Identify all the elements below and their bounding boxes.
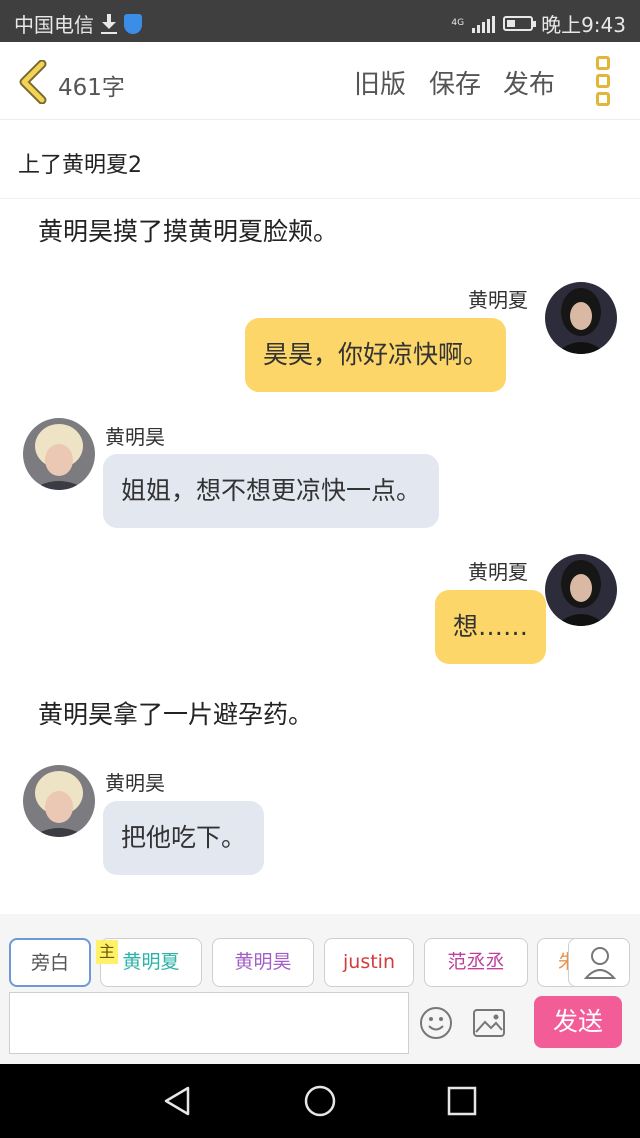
nav-recents-icon[interactable] [445, 1084, 479, 1118]
avatar[interactable] [23, 418, 95, 490]
sender-name: 黄明夏 [468, 288, 528, 312]
word-count: 461字 [58, 75, 125, 101]
narrator-chip[interactable]: 旁白 [9, 938, 91, 987]
download-icon [100, 13, 118, 34]
message-bubble[interactable]: 把他吃下。 [103, 801, 265, 875]
character-chip[interactable]: 范丞丞 [424, 938, 528, 987]
network-label: 4G [451, 18, 465, 28]
emoji-icon[interactable] [419, 1006, 453, 1040]
sender-name: 黄明昊 [105, 771, 165, 795]
main-role-badge: 主 [96, 940, 118, 964]
sender-name: 黄明昊 [105, 425, 165, 449]
message-bubble[interactable]: 昊昊，你好凉快啊。 [245, 318, 507, 392]
nav-home-icon[interactable] [303, 1084, 337, 1118]
back-icon[interactable] [16, 59, 50, 105]
image-icon[interactable] [472, 1008, 506, 1038]
message-input[interactable] [9, 992, 409, 1054]
chapter-title: 上了黄明夏2 [18, 153, 142, 178]
nav-back-icon[interactable] [160, 1084, 194, 1118]
avatar[interactable] [545, 282, 617, 354]
shield-icon [124, 13, 142, 34]
send-button[interactable]: 发送 [534, 996, 622, 1048]
save-button[interactable]: 保存 [429, 64, 481, 101]
system-nav-bar [0, 1064, 640, 1138]
composer-panel: 旁白 黄明夏 主 黄明昊 justin 范丞丞 朱 发送 [0, 914, 640, 1064]
sender-name: 黄明夏 [468, 560, 528, 584]
user-icon[interactable] [568, 938, 630, 987]
old-version-button[interactable]: 旧版 [354, 64, 406, 101]
avatar[interactable] [23, 765, 95, 837]
character-chip[interactable]: 黄明昊 [212, 938, 314, 987]
carrier-label: 中国电信 [14, 13, 94, 37]
signal-icon [472, 15, 496, 33]
narration-line[interactable]: 黄明昊拿了一片避孕药。 [38, 695, 313, 731]
publish-button[interactable]: 发布 [503, 64, 555, 101]
narration-line[interactable]: 黄明昊摸了摸黄明夏脸颊。 [38, 212, 338, 248]
battery-icon [503, 16, 537, 31]
chapter-title-bar[interactable]: 上了黄明夏2 [0, 121, 640, 199]
character-chip[interactable]: justin [324, 938, 414, 987]
status-bar: 中国电信 4G 晚上9:43 [0, 0, 640, 42]
menu-icon[interactable] [596, 56, 612, 106]
message-bubble[interactable]: 姐姐，想不想更凉快一点。 [103, 454, 440, 528]
clock: 晚上9:43 [541, 13, 626, 37]
message-bubble[interactable]: 想…… [435, 590, 547, 664]
avatar[interactable] [545, 554, 617, 626]
editor-header: 461字 旧版 保存 发布 [0, 42, 640, 120]
